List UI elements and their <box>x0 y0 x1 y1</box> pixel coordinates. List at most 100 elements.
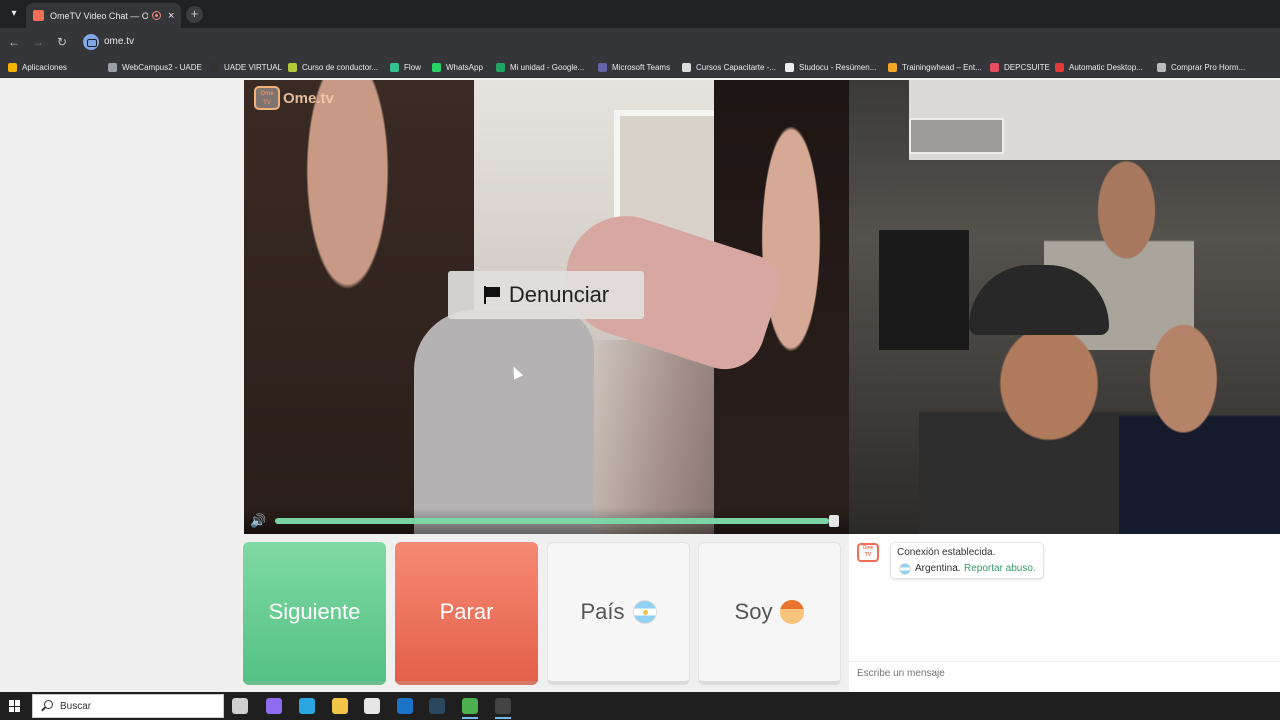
bookmark-item[interactable]: UADE VIRTUAL <box>210 61 282 73</box>
bookmark-label: Studocu - Resúmen... <box>799 62 877 72</box>
active-app-indicator <box>495 717 511 719</box>
windows-start-icon[interactable] <box>9 700 21 712</box>
new-tab-button[interactable]: + <box>186 6 203 23</box>
video-microwave <box>909 118 1004 154</box>
active-app-indicator <box>462 717 478 719</box>
browser-toolbar: ← → ↻ ome.tv <box>0 28 1280 56</box>
argentina-flag-small-icon <box>899 563 911 575</box>
tab-title: OmeTV Video Chat — Ome <box>50 10 148 21</box>
bookmark-item[interactable]: Curso de conductor... <box>288 61 378 73</box>
next-label: Siguiente <box>268 598 361 624</box>
file-explorer-icon[interactable] <box>332 698 348 714</box>
bookmark-favicon-icon <box>682 62 691 72</box>
bookmark-label: Trainingwhead – Ent... <box>902 62 982 72</box>
ometv-watermark: Ome TV Ome.tv <box>254 86 334 110</box>
report-button[interactable]: Denunciar <box>448 271 644 319</box>
bookmark-favicon-icon <box>785 62 794 72</box>
boy-emoji-icon <box>780 600 805 624</box>
report-abuse-link[interactable]: Reportar abuso. <box>964 563 1036 574</box>
bookmark-item[interactable]: DEPCSUITE <box>990 61 1050 73</box>
bookmark-favicon-icon <box>210 62 219 72</box>
bookmark-favicon-icon <box>598 62 607 72</box>
argentina-flag-icon <box>632 600 657 624</box>
volume-slider[interactable] <box>275 518 835 524</box>
browser-tab-bar: ▾ OmeTV Video Chat — Ome × + <box>0 0 1280 28</box>
windows-taskbar: Buscar <box>0 692 1280 720</box>
bookmark-favicon-icon <box>390 62 399 72</box>
address-bar[interactable]: ome.tv <box>104 36 134 47</box>
bookmark-item[interactable]: Trainingwhead – Ent... <box>888 61 982 73</box>
tab-close-icon[interactable]: × <box>168 10 174 22</box>
bookmark-favicon-icon <box>8 62 17 72</box>
bookmark-item[interactable]: Aplicaciones <box>8 61 67 73</box>
bookmark-favicon-icon <box>888 62 897 72</box>
ometv-logo-text: Ome.tv <box>283 89 334 107</box>
taskbar-search-box[interactable]: Buscar <box>32 694 224 718</box>
forward-icon[interactable]: → <box>30 34 46 50</box>
bookmark-label: WhatsApp <box>446 62 483 72</box>
bookmark-favicon-icon <box>1055 62 1064 72</box>
recording-icon <box>152 11 161 20</box>
outlook-icon[interactable] <box>397 698 413 714</box>
self-video <box>849 80 1280 534</box>
edge-icon[interactable] <box>299 698 315 714</box>
video-person-side <box>1119 295 1280 534</box>
country-filter-button[interactable]: País <box>547 542 690 685</box>
speaker-icon[interactable]: 🔊 <box>250 514 268 528</box>
bookmark-item[interactable]: Automatic Desktop... <box>1055 61 1143 73</box>
video-hoodie <box>414 310 594 534</box>
site-info-icon[interactable] <box>83 34 99 50</box>
bookmark-item[interactable]: Microsoft Teams <box>598 61 670 73</box>
bookmark-favicon-icon <box>990 62 999 72</box>
bookmark-label: Mi unidad - Google... <box>510 62 585 72</box>
steam-icon[interactable] <box>429 698 445 714</box>
tab-search-icon[interactable]: ▾ <box>6 6 22 22</box>
reload-icon[interactable]: ↻ <box>54 34 70 50</box>
bookmark-item[interactable]: Cursos Capacitarte -... <box>682 61 776 73</box>
bookmark-label: Automatic Desktop... <box>1069 62 1143 72</box>
stop-label: Parar <box>439 598 494 624</box>
bookmark-label: Flow <box>404 62 421 72</box>
gender-button[interactable]: Soy <box>698 542 841 685</box>
obs-icon[interactable] <box>495 698 511 714</box>
ometv-favicon-icon <box>33 10 44 21</box>
task-view-icon[interactable] <box>232 698 248 714</box>
volume-slider-fill <box>275 518 830 524</box>
bookmark-favicon-icon <box>288 62 297 72</box>
store-icon[interactable] <box>364 698 380 714</box>
next-button[interactable]: Siguiente <box>243 542 386 685</box>
bookmark-item[interactable]: Flow <box>390 61 421 73</box>
bookmark-label: Curso de conductor... <box>302 62 379 72</box>
copilot-icon[interactable] <box>266 698 282 714</box>
chat-message-input[interactable] <box>857 668 1257 679</box>
bookmark-label: Comprar Pro Horm... <box>1171 62 1246 72</box>
bookmark-label: WebCampus2 - UADE <box>122 62 202 72</box>
bookmark-favicon-icon <box>108 62 117 72</box>
volume-slider-handle[interactable] <box>829 515 839 527</box>
bookmark-item[interactable]: Comprar Pro Horm... <box>1157 61 1245 73</box>
bookmark-favicon-icon <box>1157 62 1166 72</box>
search-label: Buscar <box>60 700 92 712</box>
flag-icon <box>483 286 501 304</box>
search-icon <box>41 700 53 712</box>
browser-tab[interactable]: OmeTV Video Chat — Ome × <box>26 3 181 28</box>
back-icon[interactable]: ← <box>6 34 22 50</box>
chat-divider <box>849 661 1280 662</box>
bookmark-item[interactable]: Mi unidad - Google... <box>496 61 584 73</box>
bookmark-label: Cursos Capacitarte -... <box>696 62 777 72</box>
connection-status: Conexión establecida. <box>897 547 996 558</box>
stranger-country: Argentina. <box>915 563 961 574</box>
bookmark-item[interactable]: WhatsApp <box>432 61 483 73</box>
bookmark-label: Microsoft Teams <box>612 62 671 72</box>
country-label: País <box>580 599 625 624</box>
bookmark-item[interactable]: WebCampus2 - UADE <box>108 61 202 73</box>
report-label: Denunciar <box>508 282 610 307</box>
bookmarks-bar: Aplicaciones WebCampus2 - UADE UADE VIRTUA… <box>0 56 1280 78</box>
stop-button[interactable]: Parar <box>395 542 538 685</box>
ometv-chat-logo-icon: Ome TV <box>857 543 879 562</box>
bookmark-favicon-icon <box>432 62 441 72</box>
bookmark-item[interactable]: Studocu - Resúmen... <box>785 61 876 73</box>
bookmark-label: DEPCSUITE <box>1004 62 1050 72</box>
chrome-icon[interactable] <box>462 698 478 714</box>
ometv-logo-icon: Ome TV <box>254 86 280 110</box>
